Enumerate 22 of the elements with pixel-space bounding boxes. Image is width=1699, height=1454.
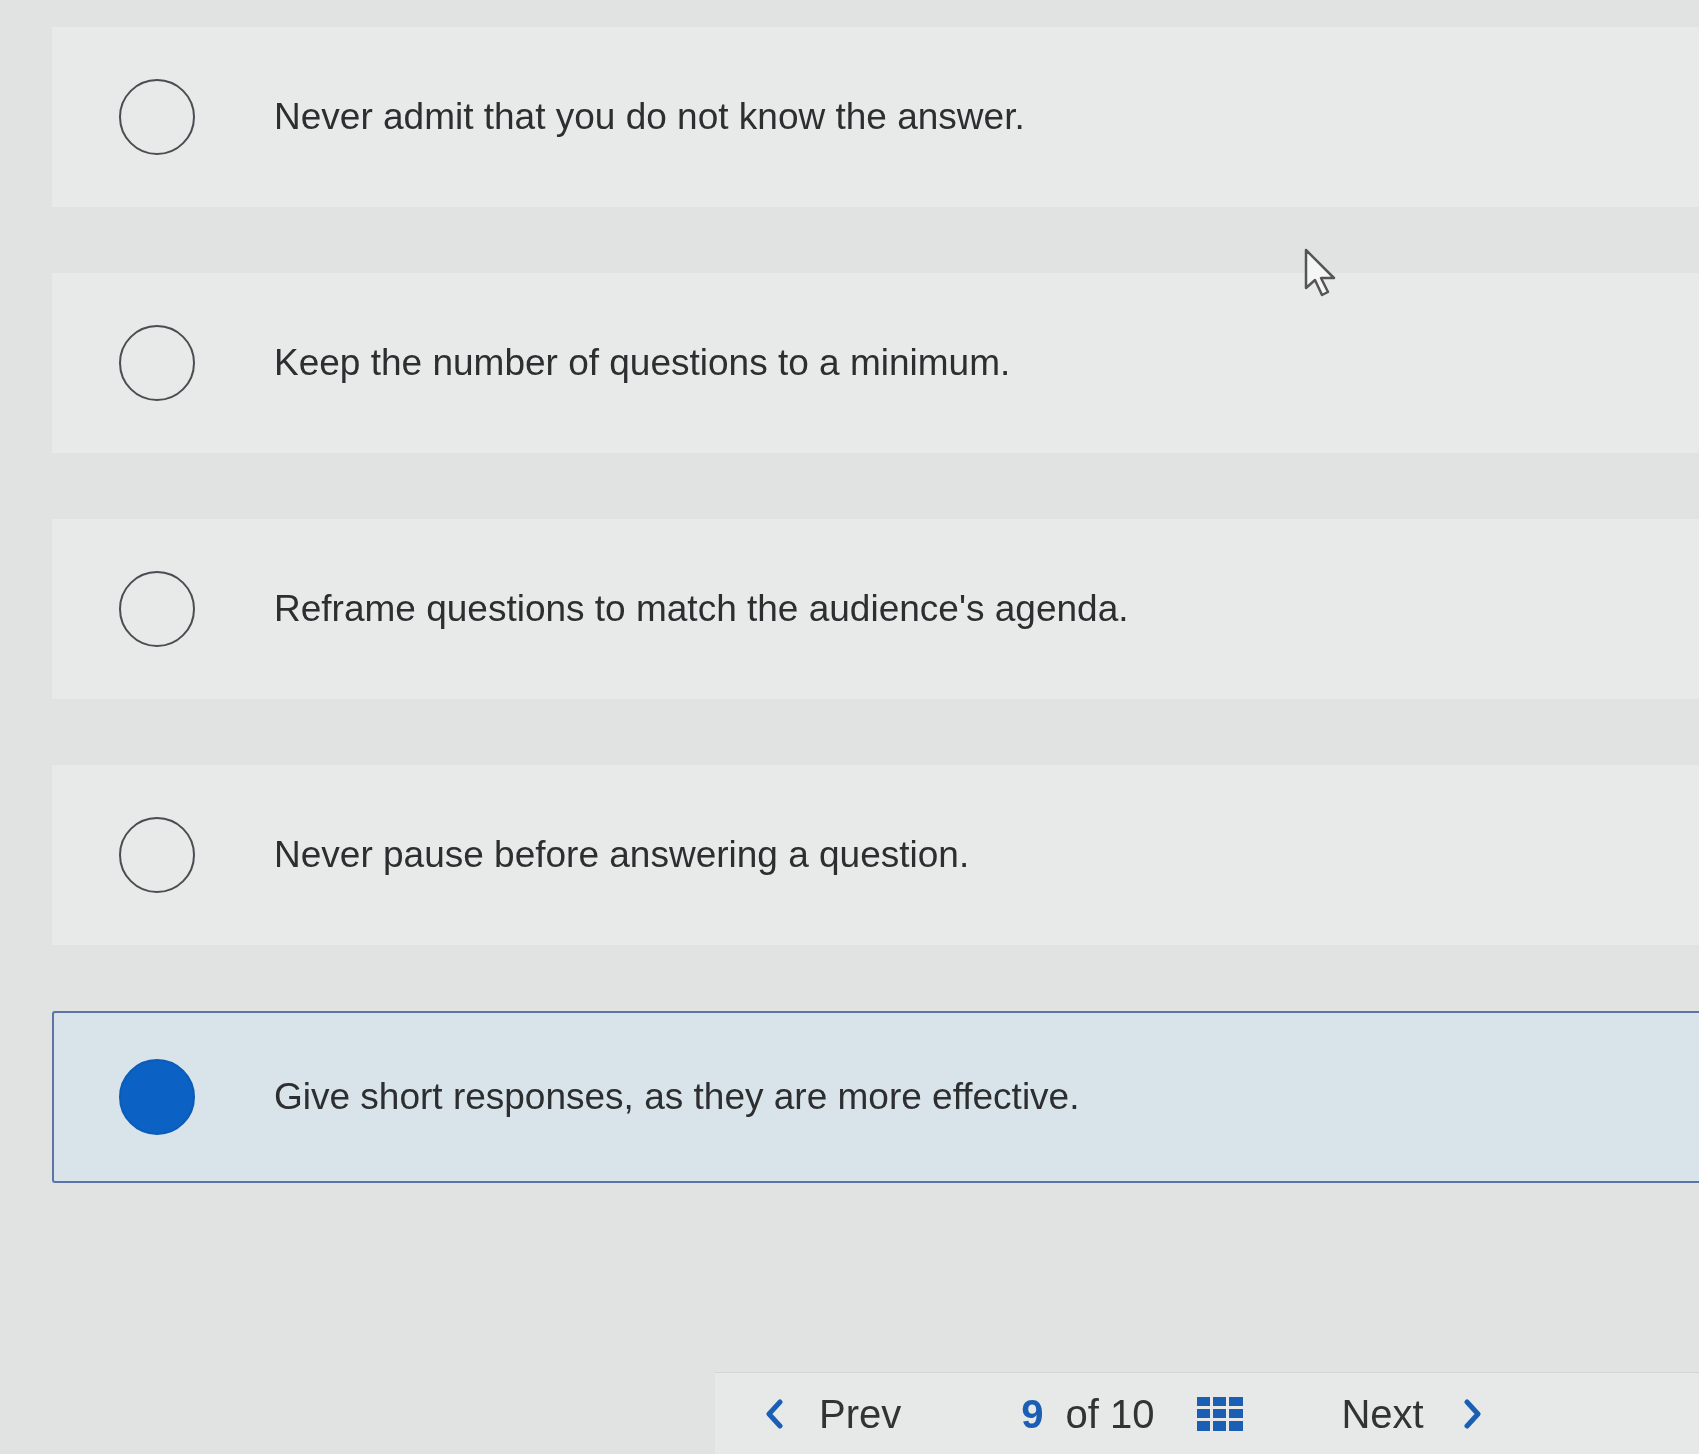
- question-total: of 10: [1065, 1390, 1155, 1438]
- answer-option[interactable]: Never pause before answering a question.: [52, 765, 1699, 945]
- chevron-right-icon: [1463, 1398, 1482, 1429]
- mouse-pointer-icon: [1304, 248, 1338, 298]
- grid-icon[interactable]: [1197, 1396, 1244, 1431]
- next-button[interactable]: Next: [1341, 1383, 1482, 1444]
- prev-button[interactable]: Prev: [765, 1383, 902, 1444]
- option-text: Keep the number of questions to a minimum.: [274, 341, 1011, 386]
- option-text: Reframe questions to match the audience's agenda.: [274, 587, 1129, 632]
- chevron-left-icon: [765, 1398, 783, 1429]
- option-text: Give short responses, as they are more effective.: [274, 1075, 1080, 1120]
- answer-option[interactable]: Never admit that you do not know the answer.: [52, 27, 1699, 207]
- radio-button[interactable]: [119, 325, 195, 401]
- option-text: Never admit that you do not know the answer.: [274, 95, 1025, 140]
- answer-option[interactable]: Give short responses, as they are more effective.: [52, 1011, 1699, 1183]
- option-text: Never pause before answering a question.: [274, 833, 970, 878]
- radio-button[interactable]: [119, 571, 195, 647]
- answer-option[interactable]: Keep the number of questions to a minimum.: [52, 273, 1699, 453]
- radio-button[interactable]: [119, 817, 195, 893]
- answer-option[interactable]: Reframe questions to match the audience's agenda.: [52, 519, 1699, 699]
- radio-button[interactable]: [119, 79, 195, 155]
- current-question-number: 9: [1021, 1390, 1044, 1438]
